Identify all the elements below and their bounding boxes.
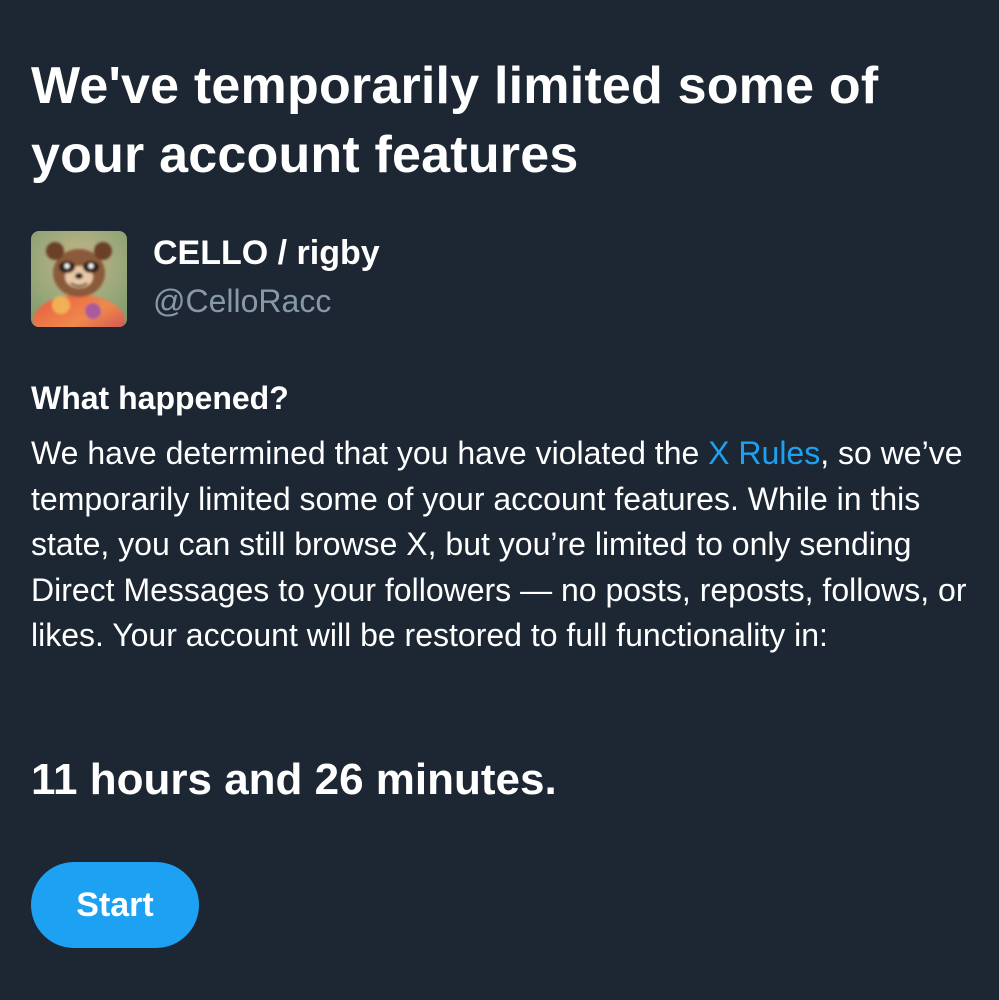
account-text: CELLO / rigby @CelloRacc [153,233,380,321]
explanation-text: We have determined that you have violate… [31,431,976,659]
account-handle: @CelloRacc [153,283,332,319]
account-card: CELLO / rigby @CelloRacc [31,231,380,329]
avatar-image [31,231,127,327]
limited-account-page: We've temporarily limited some of your a… [0,0,999,1000]
display-name: CELLO / rigby [153,234,380,272]
x-rules-link[interactable]: X Rules [708,435,820,471]
avatar [31,231,127,327]
what-happened-heading: What happened? [31,380,289,416]
page-title: We've temporarily limited some of your a… [31,57,879,184]
restriction-countdown: 11 hours and 26 minutes. [31,755,557,804]
start-button[interactable]: Start [31,862,199,948]
explanation-text-start: We have determined that you have violate… [31,435,709,471]
